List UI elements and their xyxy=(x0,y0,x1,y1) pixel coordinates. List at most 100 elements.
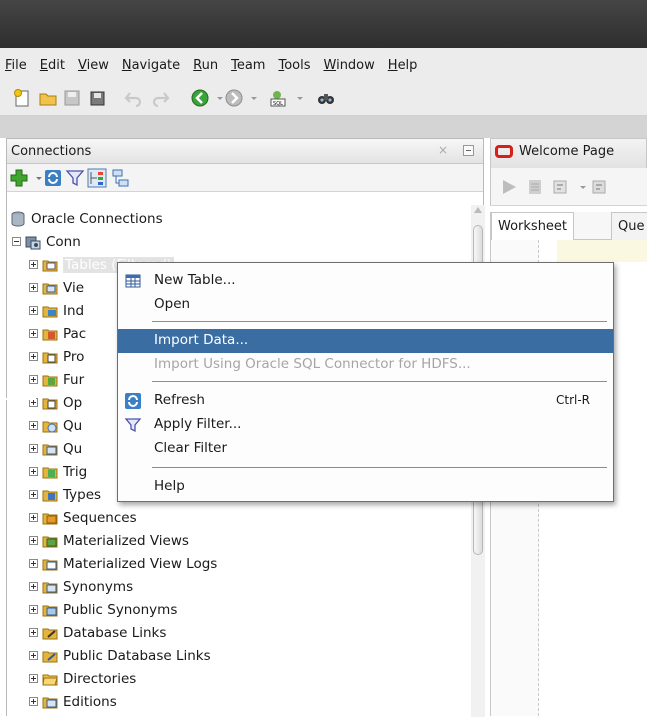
expand-toggle[interactable] xyxy=(29,283,38,292)
menu-item-clear-filter[interactable]: Clear Filter xyxy=(118,437,613,461)
tree-node[interactable]: Ind xyxy=(29,299,84,322)
sql-worksheet-icon[interactable]: SQL xyxy=(268,88,288,108)
explain-plan-icon[interactable] xyxy=(589,177,609,197)
scroll-up-arrow-icon[interactable] xyxy=(474,207,482,213)
materialized-views-icon xyxy=(42,533,58,549)
menu-view[interactable]: View xyxy=(78,58,109,73)
sql-dropdown-icon[interactable] xyxy=(290,88,303,108)
connection-tree-icon[interactable] xyxy=(111,168,131,188)
tree-label: Ind xyxy=(63,302,85,319)
expand-toggle[interactable] xyxy=(29,582,38,591)
tree-node[interactable]: Sequences xyxy=(29,506,137,529)
tree-node[interactable]: Database Links xyxy=(29,621,166,644)
redo-icon[interactable] xyxy=(150,88,170,108)
tree-node[interactable]: Op xyxy=(29,391,82,414)
menu-navigate[interactable]: Navigate xyxy=(122,58,180,73)
expand-toggle[interactable] xyxy=(29,628,38,637)
menu-run[interactable]: Run xyxy=(193,58,218,73)
database-icon xyxy=(10,211,26,227)
tree-node[interactable]: Qu xyxy=(29,437,82,460)
panel-edge-highlight xyxy=(0,398,36,400)
save-all-icon[interactable] xyxy=(88,88,108,108)
expand-toggle[interactable] xyxy=(29,651,38,660)
tree-node[interactable]: Public Database Links xyxy=(29,644,211,667)
back-dropdown-icon[interactable] xyxy=(210,88,223,108)
tables-icon xyxy=(42,257,58,273)
collapse-toggle[interactable] xyxy=(12,237,21,246)
autotrace-icon[interactable] xyxy=(551,177,571,197)
tree-node[interactable]: Trig xyxy=(29,460,87,483)
undo-icon[interactable] xyxy=(124,88,144,108)
tree-node[interactable]: Public Synonyms xyxy=(29,598,177,621)
expand-toggle[interactable] xyxy=(29,513,38,522)
add-dropdown-icon[interactable] xyxy=(29,168,42,188)
tree-node[interactable]: Editions xyxy=(29,690,117,713)
tree-node[interactable]: Fur xyxy=(29,368,84,391)
tab-welcome-page[interactable]: Welcome Page xyxy=(495,144,614,159)
expand-toggle[interactable] xyxy=(29,306,38,315)
schema-browser-icon[interactable] xyxy=(87,168,107,188)
new-file-icon[interactable] xyxy=(12,88,32,108)
tree-node[interactable]: Materialized View Logs xyxy=(29,552,217,575)
tree-node[interactable]: Directories xyxy=(29,667,136,690)
menu-team[interactable]: Team xyxy=(231,58,265,73)
tree-root-oracle-connections[interactable]: Oracle Connections xyxy=(10,207,163,230)
menu-item-label: Help xyxy=(154,478,185,494)
open-folder-icon[interactable] xyxy=(38,88,58,108)
tab-query-builder[interactable]: Que xyxy=(611,212,647,240)
run-script-icon[interactable] xyxy=(525,177,545,197)
back-nav-icon[interactable] xyxy=(190,88,210,108)
menu-item-new-table[interactable]: New Table... xyxy=(118,269,613,293)
add-connection-icon[interactable] xyxy=(9,168,29,188)
expand-toggle[interactable] xyxy=(29,444,38,453)
main-toolbar: SQL xyxy=(0,82,647,116)
close-icon[interactable]: × xyxy=(438,143,448,157)
worksheet-tab-strip: Worksheet Que xyxy=(490,212,647,240)
tree-node[interactable]: Types xyxy=(29,483,101,506)
menu-item-apply-filter[interactable]: Apply Filter... xyxy=(118,413,613,437)
tree-node[interactable]: Synonyms xyxy=(29,575,133,598)
menu-item-open[interactable]: Open xyxy=(118,293,613,317)
views-icon xyxy=(42,280,58,296)
expand-toggle[interactable] xyxy=(29,490,38,499)
menu-item-shortcut: Ctrl-R xyxy=(556,393,591,407)
menu-item-help[interactable]: Help xyxy=(118,475,613,499)
sequences-icon xyxy=(42,510,58,526)
minimize-icon[interactable] xyxy=(463,145,474,156)
menu-window[interactable]: Window xyxy=(324,58,375,73)
expand-toggle[interactable] xyxy=(29,375,38,384)
expand-toggle[interactable] xyxy=(29,467,38,476)
forward-dropdown-icon[interactable] xyxy=(244,88,257,108)
expand-toggle[interactable] xyxy=(29,697,38,706)
tree-label: Fur xyxy=(63,371,85,388)
autotrace-dropdown-icon[interactable] xyxy=(573,177,586,197)
menu-item-import-data[interactable]: Import Data... xyxy=(118,329,613,353)
menu-file[interactable]: File xyxy=(5,58,27,73)
refresh-icon[interactable] xyxy=(43,168,63,188)
run-statement-icon[interactable] xyxy=(499,177,519,197)
tree-node[interactable]: Materialized Views xyxy=(29,529,189,552)
tree-node[interactable]: Pro xyxy=(29,345,84,368)
menu-tools[interactable]: Tools xyxy=(278,58,310,73)
tree-node[interactable]: Pac xyxy=(29,322,86,345)
expand-toggle[interactable] xyxy=(29,260,38,269)
filter-icon[interactable] xyxy=(65,168,85,188)
tree-node[interactable]: Qu xyxy=(29,414,82,437)
tab-worksheet[interactable]: Worksheet xyxy=(491,212,575,240)
expand-toggle[interactable] xyxy=(29,536,38,545)
expand-toggle[interactable] xyxy=(29,421,38,430)
save-icon[interactable] xyxy=(62,88,82,108)
forward-nav-icon[interactable] xyxy=(224,88,244,108)
expand-toggle[interactable] xyxy=(29,605,38,614)
expand-toggle[interactable] xyxy=(29,329,38,338)
expand-toggle[interactable] xyxy=(29,674,38,683)
menu-edit[interactable]: Edit xyxy=(40,58,65,73)
tree-label: Op xyxy=(63,394,83,411)
tree-node-conn[interactable]: Conn xyxy=(12,230,81,253)
tree-node[interactable]: Vie xyxy=(29,276,84,299)
menu-item-refresh[interactable]: Refresh Ctrl-R xyxy=(118,389,613,413)
binoculars-icon[interactable] xyxy=(316,88,336,108)
menu-help[interactable]: Help xyxy=(388,58,418,73)
expand-toggle[interactable] xyxy=(29,559,38,568)
expand-toggle[interactable] xyxy=(29,352,38,361)
